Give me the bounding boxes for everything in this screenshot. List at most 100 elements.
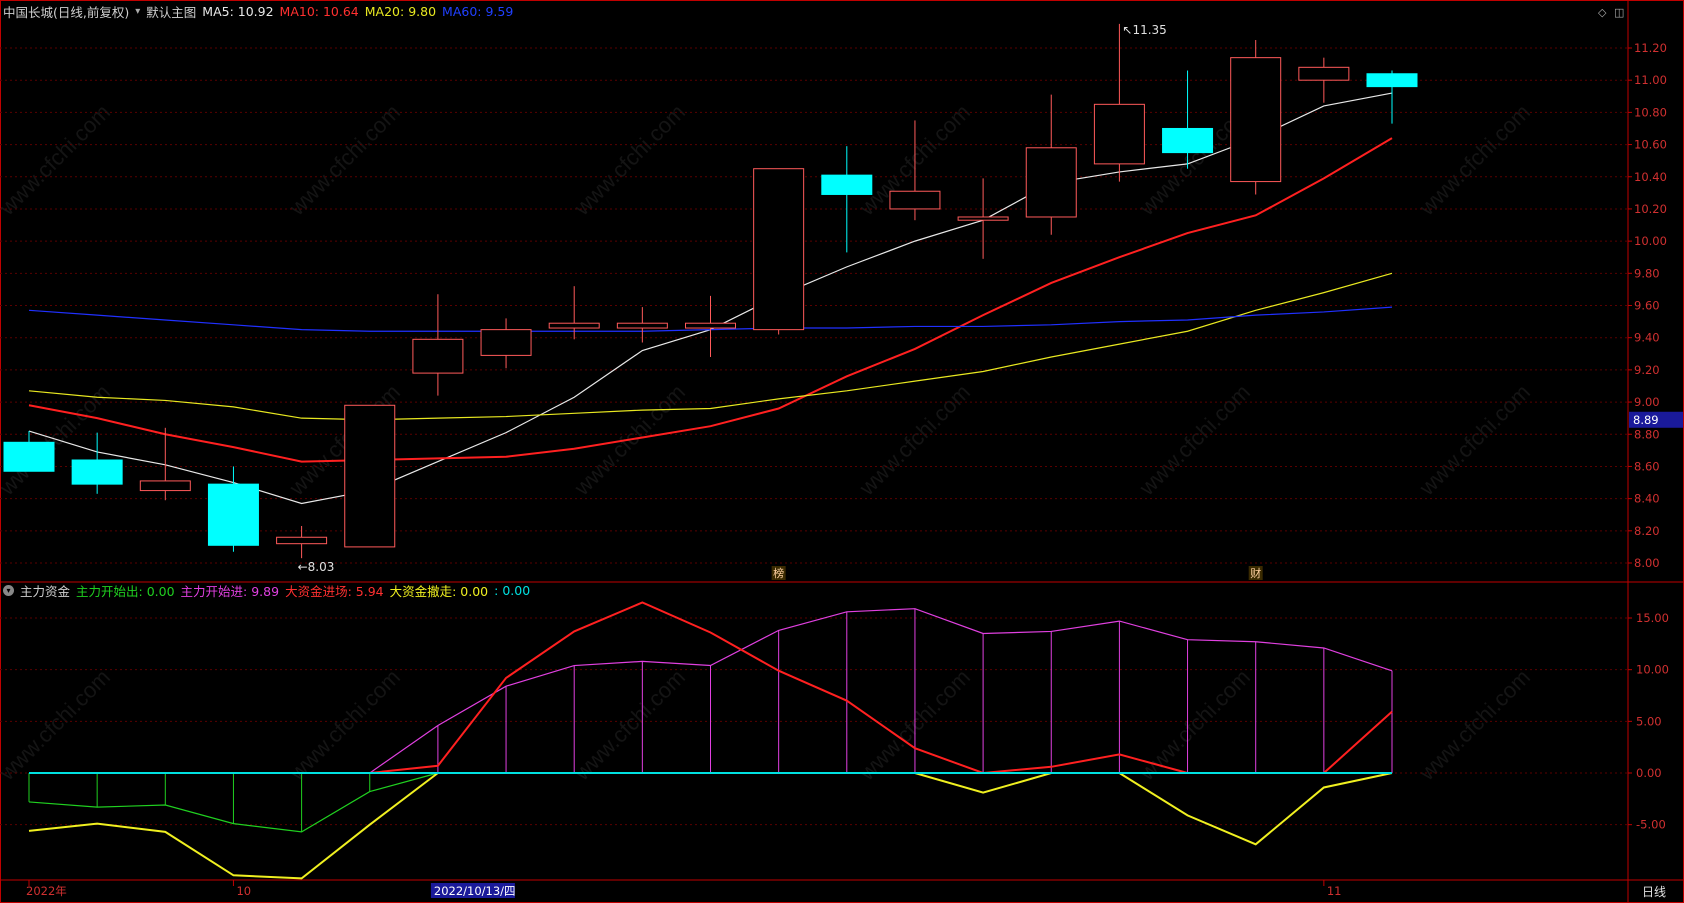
candle bbox=[276, 525, 328, 559]
candle bbox=[685, 295, 736, 357]
maximize-icon[interactable]: ◫ bbox=[1614, 6, 1624, 19]
candle bbox=[616, 307, 668, 343]
big-in-legend: 大资金进场: 5.94 bbox=[285, 583, 384, 599]
candle-body bbox=[616, 322, 668, 329]
y-tick-label: 8.40 bbox=[1634, 492, 1660, 506]
y-tick-label: 10.40 bbox=[1634, 170, 1667, 184]
x-tick-label: 2022年 bbox=[26, 884, 67, 898]
y-tick-label: 10.00 bbox=[1634, 234, 1667, 248]
candle-body bbox=[821, 174, 873, 195]
current-price-label: 8.89 bbox=[1633, 413, 1659, 427]
chevron-down-icon[interactable]: ▾ bbox=[135, 6, 140, 17]
candle-body bbox=[548, 322, 600, 329]
candle bbox=[1298, 57, 1350, 103]
period-label: 日线 bbox=[1642, 885, 1666, 899]
y-tick-label: 8.20 bbox=[1634, 524, 1660, 538]
y-tick-label: 11.00 bbox=[1634, 73, 1667, 87]
stock-name[interactable]: 中国长城(日线,前复权) bbox=[0, 2, 129, 21]
watermark-text: www.cfchi.com bbox=[1414, 379, 1535, 500]
candle-body bbox=[276, 536, 328, 545]
watermark-text: www.cfchi.com bbox=[854, 379, 975, 500]
candle-body bbox=[1366, 73, 1418, 88]
main-chart-header: 中国长城(日线,前复权) ▾ 默认主图 MA5: 10.92 MA10: 10.… bbox=[0, 1, 513, 21]
y-tick-label: 10.20 bbox=[1634, 202, 1667, 216]
extra-legend: : 0.00 bbox=[494, 582, 531, 598]
x-tick-label: 10 bbox=[236, 884, 251, 898]
watermark-text: www.cfchi.com bbox=[1134, 664, 1255, 785]
candle bbox=[344, 404, 396, 548]
y-tick-label: 8.60 bbox=[1634, 459, 1660, 473]
candle-body bbox=[1093, 103, 1145, 165]
flow-line bbox=[1323, 710, 1393, 774]
y-tick-label: 10.60 bbox=[1634, 138, 1667, 152]
y-tick-label: 15.00 bbox=[1636, 611, 1669, 625]
main-chart-label[interactable]: 默认主图 bbox=[146, 2, 196, 21]
candle bbox=[957, 178, 1009, 259]
candle bbox=[1025, 94, 1077, 235]
candle-body bbox=[685, 322, 736, 329]
watermark-text: www.cfchi.com bbox=[0, 99, 115, 220]
candle-body bbox=[889, 190, 941, 210]
ma20-legend: MA20: 9.80 bbox=[364, 3, 437, 19]
ma5-legend: MA5: 10.92 bbox=[202, 3, 274, 19]
y-tick-label: 5.00 bbox=[1636, 714, 1662, 728]
ma60-legend: MA60: 9.59 bbox=[442, 3, 514, 19]
candle-body bbox=[957, 216, 1009, 221]
flow-line bbox=[914, 772, 1393, 846]
candle bbox=[1230, 39, 1282, 195]
candle bbox=[207, 466, 259, 552]
watermark-text: www.cfchi.com bbox=[0, 664, 115, 785]
y-tick-label: 8.00 bbox=[1634, 556, 1660, 570]
y-tick-label: 10.00 bbox=[1636, 663, 1669, 677]
candle-body bbox=[71, 459, 123, 485]
candle-body bbox=[344, 404, 396, 548]
candle bbox=[480, 318, 532, 369]
candle-body bbox=[1025, 147, 1077, 218]
candle bbox=[139, 427, 191, 501]
y-tick-label: 9.80 bbox=[1634, 266, 1660, 280]
candle-body bbox=[1230, 57, 1282, 183]
watermark-text: www.cfchi.com bbox=[284, 99, 405, 220]
chart-stage: www.cfchi.com www.cfchi.com www.cfchi.com w… bbox=[0, 0, 1684, 903]
candle-body bbox=[207, 483, 259, 546]
x-tick-label: 2022/10/13/四 bbox=[434, 884, 516, 898]
candle-body bbox=[480, 329, 532, 356]
sub-chart-header: ▾ 主力资金 主力开始出: 0.00 主力开始进: 9.89 大资金进场: 5.… bbox=[0, 580, 530, 600]
sub-indicator-title[interactable]: 主力资金 bbox=[20, 581, 70, 600]
big-out-legend: 大资金撤走: 0.00 bbox=[389, 583, 489, 599]
y-tick-label: 0.00 bbox=[1636, 766, 1662, 780]
candle bbox=[412, 294, 464, 396]
watermark-text: www.cfchi.com bbox=[284, 664, 405, 785]
main-in-legend: 主力开始进: 9.89 bbox=[180, 583, 280, 599]
main-out-legend: 主力开始出: 0.00 bbox=[76, 583, 175, 599]
diamond-icon[interactable]: ◇ bbox=[1598, 6, 1606, 19]
watermark-text: www.cfchi.com bbox=[1414, 99, 1535, 220]
watermark-text: www.cfchi.com bbox=[569, 99, 690, 220]
sub-indicator-grid bbox=[0, 617, 1632, 826]
y-tick-label: 8.80 bbox=[1634, 427, 1660, 441]
y-tick-label: 9.20 bbox=[1634, 363, 1660, 377]
low-annotation: ←8.03 bbox=[298, 560, 335, 574]
watermark-text: www.cfchi.com bbox=[569, 664, 690, 785]
capital-flow-series bbox=[28, 601, 1393, 880]
candle bbox=[1366, 70, 1418, 124]
candle-body bbox=[412, 338, 464, 374]
event-marker: 财 bbox=[1250, 566, 1261, 580]
candle-body bbox=[3, 441, 55, 472]
watermark-text: www.cfchi.com bbox=[1134, 379, 1255, 500]
y-tick-label: 9.60 bbox=[1634, 299, 1660, 313]
candle bbox=[753, 168, 805, 335]
candle bbox=[71, 432, 123, 494]
candle-body bbox=[1162, 127, 1214, 154]
high-annotation: ↖11.35 bbox=[1122, 23, 1166, 37]
y-tick-label: 9.00 bbox=[1634, 395, 1660, 409]
y-tick-label: -5.00 bbox=[1636, 818, 1666, 832]
watermark-text: www.cfchi.com bbox=[854, 664, 975, 785]
y-tick-label: 9.40 bbox=[1634, 331, 1660, 345]
watermark-text: www.cfchi.com bbox=[1414, 664, 1535, 785]
collapse-icon[interactable]: ▾ bbox=[3, 584, 14, 596]
candle-body bbox=[753, 168, 805, 331]
candle-body bbox=[139, 480, 191, 492]
event-marker: 榜 bbox=[773, 566, 784, 580]
candle-body bbox=[1298, 66, 1350, 81]
